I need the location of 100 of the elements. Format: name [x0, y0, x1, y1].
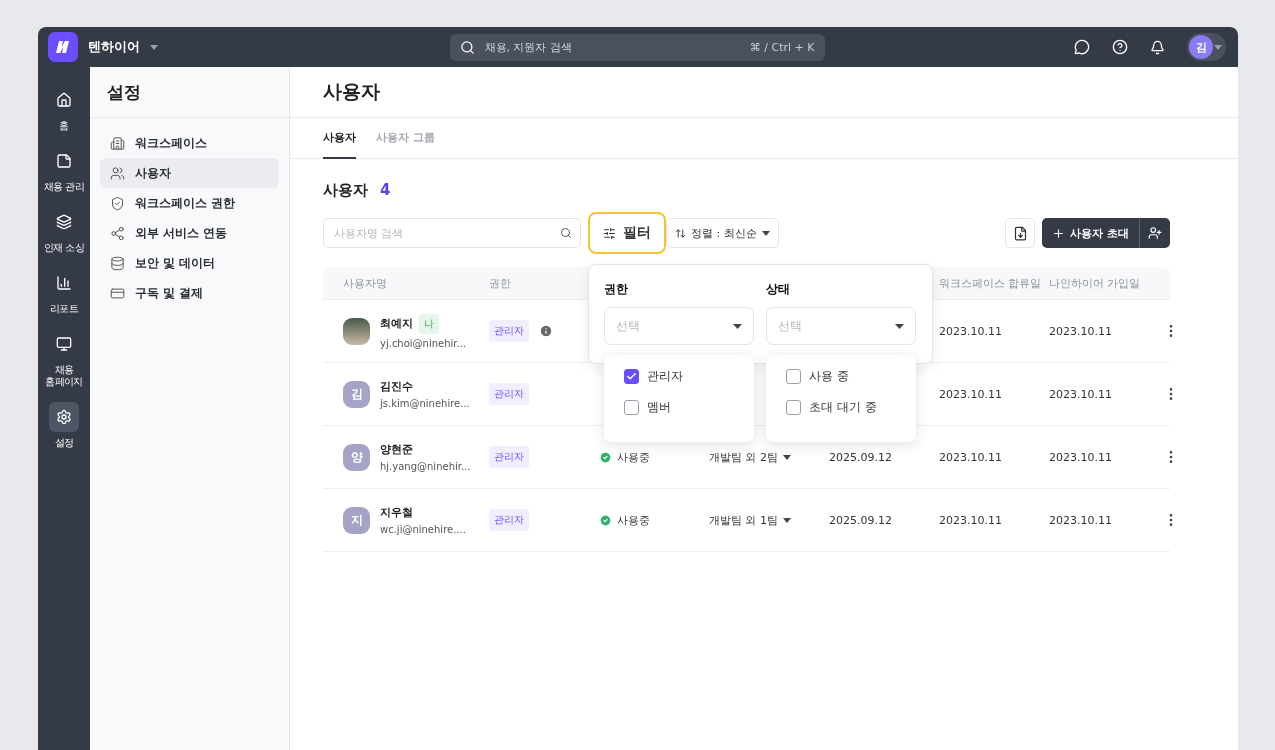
- checkbox[interactable]: [624, 369, 639, 384]
- status-text: 사용중: [617, 512, 650, 528]
- caret-icon: [783, 454, 791, 460]
- user-email: hj.yang@ninehir...: [380, 461, 471, 472]
- section-title: 사용자: [323, 180, 368, 200]
- me-badge: 나: [419, 313, 439, 334]
- checkbox[interactable]: [786, 400, 801, 415]
- option-item[interactable]: 사용 중: [786, 365, 916, 388]
- table-cell-text: 2023.10.11: [938, 324, 1003, 338]
- checkbox[interactable]: [624, 400, 639, 415]
- sidebar-item[interactable]: 보안 및 데이터: [100, 248, 279, 278]
- role-tag: 관리자: [489, 383, 529, 405]
- caret-icon: [733, 323, 742, 329]
- user-icon: [1148, 226, 1162, 240]
- role-tag: 관리자: [489, 320, 529, 342]
- logo-icon[interactable]: [48, 32, 78, 62]
- workspace-name[interactable]: 텐하이어: [88, 38, 140, 56]
- shield-icon: [110, 195, 125, 211]
- filter-button[interactable]: 필터: [588, 212, 666, 254]
- option-item[interactable]: 멤버: [624, 396, 754, 419]
- search-field[interactable]: 채용, 지원자 검색 ⌘ / Ctrl + K: [449, 33, 825, 61]
- card-icon: [110, 285, 125, 301]
- table-cell-text: 2023.10.11: [1048, 387, 1113, 401]
- file-download-icon: [1012, 225, 1028, 241]
- nav-label: 인재 소싱: [42, 242, 86, 254]
- building-icon: [110, 135, 125, 151]
- plus-icon: [1052, 226, 1066, 240]
- search-input[interactable]: 채용, 지원자 검색: [482, 39, 742, 55]
- avatar: 김: [343, 380, 370, 408]
- users-icon: [110, 165, 125, 181]
- caret-icon: [783, 517, 791, 523]
- table-cell-text: 2025.09.12: [828, 513, 893, 527]
- database-icon: [110, 255, 125, 271]
- sort-button[interactable]: 정렬 : 최신순: [666, 218, 779, 248]
- nav-label: 홈: [58, 120, 70, 132]
- table-cell-text: 2023.10.11: [1048, 324, 1113, 338]
- sliders-icon: [603, 226, 616, 240]
- sidebar-item[interactable]: 외부 서비스 연동: [100, 218, 279, 248]
- nav-label: 리포트: [48, 303, 80, 315]
- settings-icon: [56, 409, 72, 425]
- sidebar-item[interactable]: 구독 및 결제: [100, 278, 279, 308]
- table-cell-text: 2023.10.11: [938, 513, 1003, 527]
- check-circle-icon: [599, 513, 612, 527]
- filter-label: 상태: [766, 281, 791, 298]
- search-field[interactable]: 사용자명 검색: [323, 218, 581, 248]
- user-email: wc.ji@ninehire....: [380, 524, 466, 535]
- share-icon: [110, 225, 125, 241]
- option-item[interactable]: 초대 대기 중: [786, 396, 916, 419]
- nav-label: 설정: [53, 437, 75, 449]
- download-button[interactable]: [1005, 218, 1036, 248]
- search-icon: [560, 227, 572, 239]
- avatar: 양: [343, 443, 370, 471]
- nav-item[interactable]: 인재 소싱: [38, 207, 90, 254]
- option-item[interactable]: 관리자: [624, 365, 754, 388]
- user-name: 지우철: [380, 505, 413, 520]
- avatar: 지: [343, 506, 370, 534]
- caret-icon[interactable]: [150, 44, 158, 50]
- filter-label: 권한: [604, 281, 629, 298]
- notification-icon[interactable]: [1150, 39, 1165, 55]
- user-email: js.kim@ninehire...: [380, 398, 470, 409]
- table-cell-text: 2023.10.11: [938, 387, 1003, 401]
- caret-icon: [895, 323, 904, 329]
- sidebar-item[interactable]: 워크스페이스 권한: [100, 188, 279, 218]
- status-text: 사용중: [617, 449, 650, 465]
- check-icon: [626, 371, 637, 382]
- photo-placeholder: [343, 317, 370, 345]
- tab[interactable]: 사용자: [323, 118, 356, 159]
- role-tag: 관리자: [489, 509, 529, 531]
- home-icon: [56, 92, 72, 108]
- layers-icon: [56, 214, 72, 230]
- nav-item[interactable]: 채용 홈페이지: [38, 329, 90, 388]
- table-cell-text: 2025.09.12: [828, 450, 893, 464]
- table-cell-text: 2023.10.11: [938, 450, 1003, 464]
- sidebar-title: 설정: [90, 67, 289, 118]
- sort-icon: [675, 227, 686, 239]
- page-title: 사용자: [290, 67, 1238, 118]
- sidebar-item[interactable]: 사용자: [100, 158, 279, 188]
- nav-item[interactable]: 설정: [38, 402, 90, 449]
- user-name: 최예지: [380, 316, 413, 331]
- team-dropdown[interactable]: 개발팀 외 1팀: [699, 512, 819, 528]
- sidebar-item[interactable]: 워크스페이스: [100, 128, 279, 158]
- nav-item[interactable]: 리포트: [38, 268, 90, 315]
- nav-item[interactable]: 채용 관리: [38, 146, 90, 193]
- nav-label: 채용 홈페이지: [44, 364, 84, 388]
- bar-chart-icon: [56, 275, 72, 291]
- user-name: 양현준: [380, 442, 413, 457]
- nav-item[interactable]: 홈: [38, 85, 90, 132]
- nav-label: 채용 관리: [42, 181, 86, 193]
- help-icon[interactable]: [1112, 39, 1128, 55]
- role-tag: 관리자: [489, 446, 529, 468]
- column-header: 권한: [488, 275, 512, 291]
- chat-icon[interactable]: [1074, 39, 1090, 55]
- column-header: 워크스페이스 합류일: [938, 275, 1039, 291]
- caret-icon: [1214, 44, 1222, 50]
- table-cell-text: 2023.10.11: [1048, 513, 1113, 527]
- info-icon[interactable]: [539, 324, 553, 338]
- checkbox[interactable]: [786, 369, 801, 384]
- column-header: 나인하이어 가입일: [1048, 275, 1142, 291]
- team-dropdown[interactable]: 개발팀 외 2팀: [699, 449, 819, 465]
- avatar: 김: [1189, 35, 1213, 59]
